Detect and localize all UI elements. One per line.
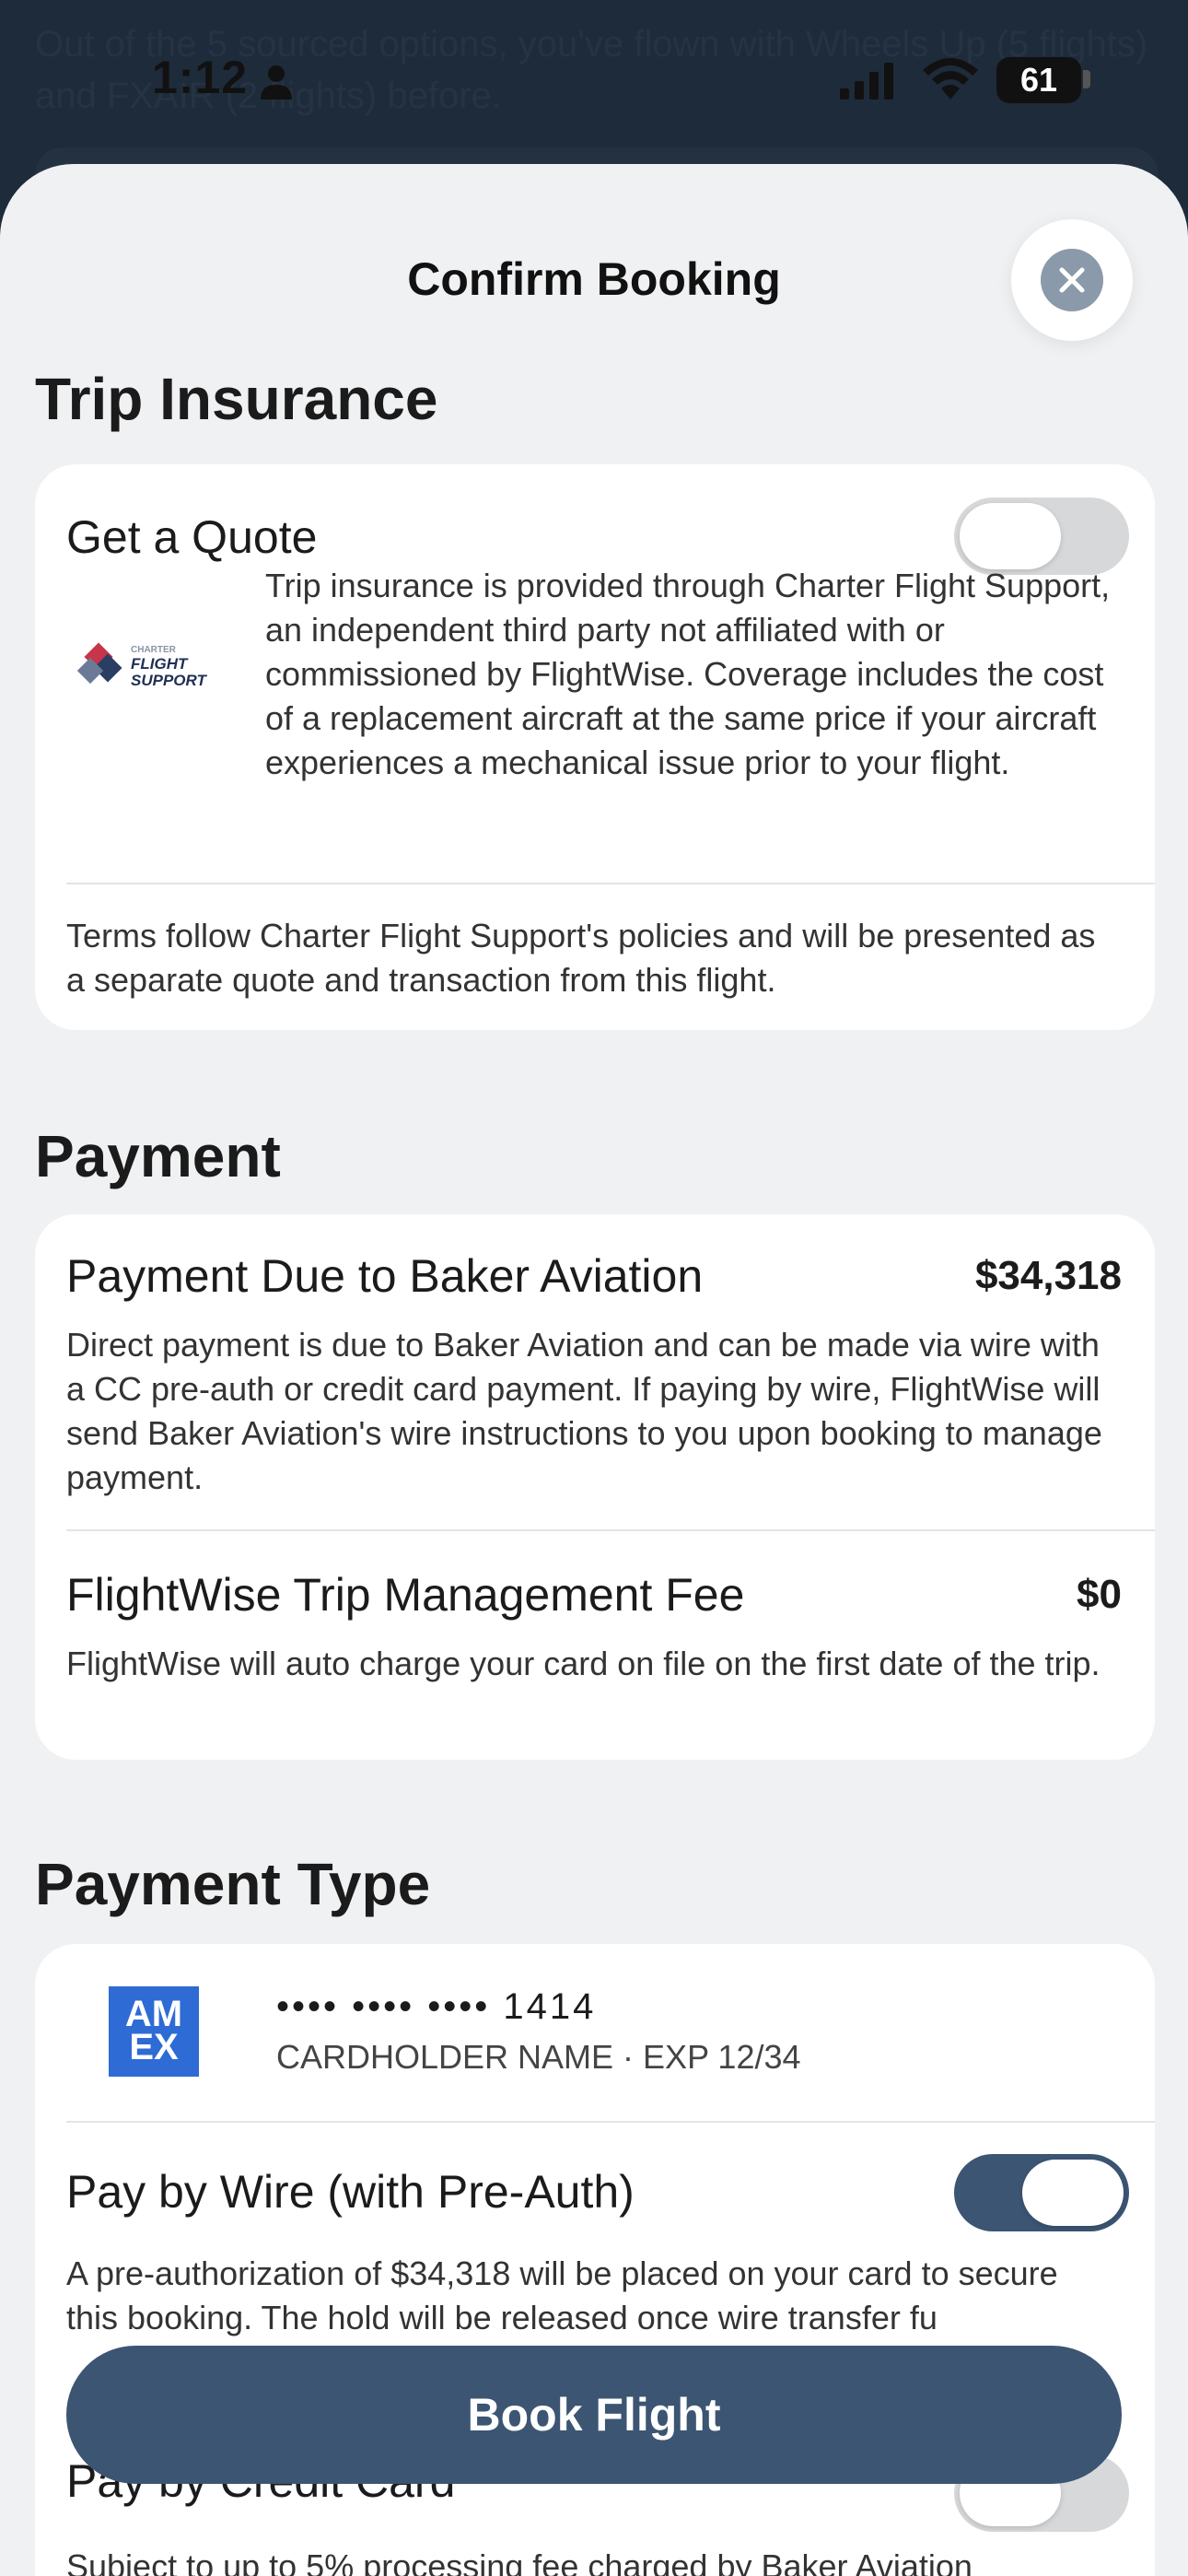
- book-flight-button[interactable]: Book Flight: [66, 2346, 1122, 2484]
- amex-line2: EX: [129, 2027, 179, 2067]
- divider: [66, 2121, 1155, 2123]
- toggle-knob: [1022, 2160, 1124, 2226]
- amex-line1: AM: [124, 1994, 183, 2034]
- logo-small-text: CHARTER: [131, 645, 176, 655]
- payment-type-heading: Payment Type: [35, 1851, 431, 1917]
- payment-due-amount: $34,318: [974, 1253, 1122, 1298]
- payment-due-label: Payment Due to Baker Aviation: [66, 1250, 704, 1302]
- trip-fee-description: FlightWise will auto charge your card on…: [66, 1645, 1101, 1682]
- charter-flight-support-logo: CHARTER FLIGHT SUPPORT: [76, 641, 223, 697]
- wifi-icon: [923, 58, 978, 100]
- person-icon: [261, 65, 292, 100]
- sheet-title: Confirm Booking: [407, 253, 781, 305]
- trip-fee-label: FlightWise Trip Management Fee: [66, 1569, 745, 1621]
- trip-insurance-heading: Trip Insurance: [35, 366, 438, 432]
- battery-icon: 61: [996, 57, 1081, 103]
- status-time: 1:12: [152, 52, 249, 103]
- logo-mark-icon: [76, 642, 122, 685]
- get-quote-label: Get a Quote: [66, 511, 318, 563]
- trip-insurance-card: Get a Quote CHARTER FLIGHT SUPPORT Trip …: [35, 464, 1155, 1030]
- insurance-description: Trip insurance is provided through Chart…: [265, 567, 1111, 781]
- battery-level: 61: [1019, 61, 1058, 99]
- toggle-knob: [960, 503, 1061, 569]
- trip-fee-amount: $0: [1077, 1572, 1122, 1617]
- battery-cap: [1083, 70, 1090, 88]
- divider: [66, 883, 1155, 884]
- pay-by-wire-label: Pay by Wire (with Pre-Auth): [66, 2166, 635, 2218]
- payment-heading: Payment: [35, 1123, 281, 1189]
- amex-logo: AM EX: [109, 1986, 199, 2077]
- card-holder: CARDHOLDER NAME · EXP 12/34: [276, 2038, 801, 2076]
- insurance-terms: Terms follow Charter Flight Support's po…: [66, 917, 1096, 999]
- logo-line1: FLIGHT: [131, 655, 188, 673]
- divider: [66, 1529, 1155, 1531]
- close-button[interactable]: [1011, 219, 1133, 341]
- cellular-signal-icon: [840, 63, 893, 100]
- pay-by-wire-toggle[interactable]: [954, 2154, 1129, 2231]
- close-icon: [1041, 249, 1103, 311]
- confirm-booking-sheet: Confirm Booking Trip Insurance Get a Quo…: [0, 164, 1188, 2576]
- status-bar: 1:12 61: [0, 0, 1188, 157]
- pay-by-wire-description: A pre-authorization of $34,318 will be p…: [66, 2254, 1058, 2336]
- card-number[interactable]: •••• •••• •••• 1414: [276, 1986, 596, 2028]
- payment-due-description: Direct payment is due to Baker Aviation …: [66, 1326, 1102, 1496]
- logo-line2: SUPPORT: [131, 672, 206, 689]
- pay-by-credit-card-description: Subject to up to 5% processing fee charg…: [66, 2547, 973, 2576]
- payment-card: Payment Due to Baker Aviation $34,318 Di…: [35, 1214, 1155, 1760]
